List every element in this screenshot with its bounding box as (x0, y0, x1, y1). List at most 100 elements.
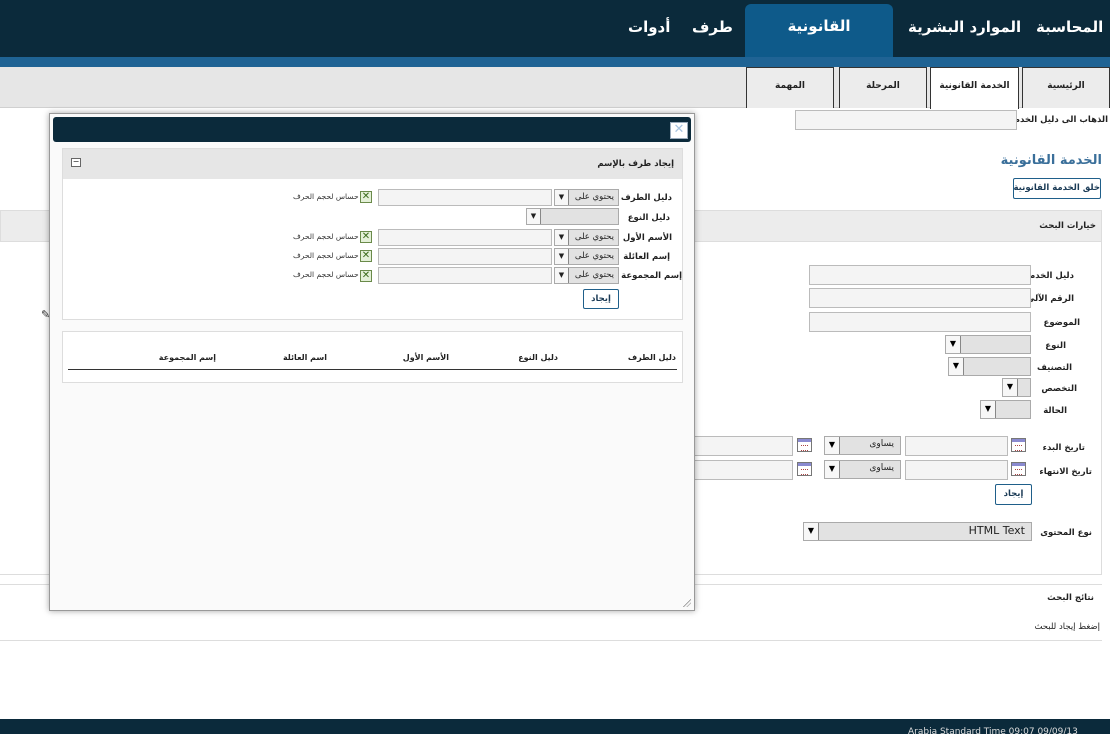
case-sensitive-label: حساس لحجم الحرف (293, 192, 359, 201)
content-type-value: HTML Text (968, 524, 1025, 537)
first-name-input[interactable] (378, 229, 552, 246)
search-find-button[interactable]: إيجاد (995, 484, 1032, 505)
case-sensitive-label: حساس لحجم الحرف (293, 251, 359, 260)
start-date-to-input[interactable] (690, 436, 793, 456)
case-sensitive-label: حساس لحجم الحرف (293, 232, 359, 241)
dropdown-arrow-icon: ▼ (555, 190, 569, 205)
type-select[interactable]: ▼ (945, 335, 1031, 354)
operator-value: يحتوي على (574, 192, 614, 202)
subject-label: الموضوع (1043, 318, 1080, 328)
start-date-label: تاريخ البدء (1042, 443, 1085, 453)
calendar-icon[interactable] (1011, 462, 1026, 476)
first-name-operator-select[interactable]: ▼ يحتوي على (554, 229, 619, 246)
tab-legal-service[interactable]: الخدمة القانونية (930, 67, 1019, 109)
dropdown-arrow-icon: ▼ (527, 209, 541, 224)
start-date-operator-select[interactable]: ▼ يساوى (824, 436, 901, 455)
specialization-label: التخصص (1041, 384, 1077, 394)
calendar-icon[interactable] (1011, 438, 1026, 452)
family-name-input[interactable] (378, 248, 552, 265)
group-name-case-checkbox[interactable]: ✕ (360, 270, 372, 282)
dropdown-arrow-icon: ▼ (825, 437, 840, 454)
classification-label: التصنيف (1036, 363, 1072, 373)
group-name-operator-select[interactable]: ▼ يحتوي على (554, 267, 619, 284)
status-select[interactable]: ▼ (980, 400, 1031, 419)
resize-handle-icon[interactable] (683, 599, 691, 607)
close-icon[interactable]: ✕ (670, 122, 688, 139)
status-label: الحالة (1043, 406, 1067, 416)
party-guide-operator-select[interactable]: ▼ يحتوي على (554, 189, 619, 206)
search-options-border (1101, 242, 1102, 574)
calendar-icon[interactable] (797, 438, 812, 452)
service-guide-input[interactable] (809, 265, 1031, 285)
tab-home[interactable]: الرئيسية (1022, 67, 1110, 108)
calendar-icon[interactable] (797, 462, 812, 476)
accent-bar (0, 57, 1110, 67)
dropdown-arrow-icon: ▼ (804, 523, 819, 540)
operator-value: يساوى (869, 463, 894, 473)
nav-legal[interactable]: القانونية (745, 4, 893, 57)
tab-task[interactable]: المهمة (746, 67, 834, 108)
find-by-name-title: إيجاد طرف بالإسم (597, 159, 674, 169)
dialog-find-button[interactable]: إيجاد (583, 289, 619, 309)
subject-input[interactable] (809, 312, 1031, 332)
column-header-first-name[interactable]: الأسم الأول (403, 353, 449, 362)
nav-human-resources[interactable]: الموارد البشرية (908, 0, 1021, 57)
end-date-from-input[interactable] (905, 460, 1008, 480)
create-legal-service-button[interactable]: خلق الخدمة القانونية (1013, 178, 1101, 199)
end-date-operator-select[interactable]: ▼ يساوى (824, 460, 901, 479)
operator-value: يحتوي على (574, 270, 614, 280)
dialog-title-bar[interactable]: ✕ (53, 117, 691, 142)
specialization-select[interactable]: ▼ (1002, 378, 1031, 397)
find-by-name-panel: − إيجاد طرف بالإسم دليل الطرف ▼ يحتوي على… (62, 148, 683, 320)
find-party-dialog: ✕ − إيجاد طرف بالإسم دليل الطرف ▼ يحتوي ع… (49, 113, 695, 611)
collapse-icon[interactable]: − (71, 158, 81, 167)
group-name-input[interactable] (378, 267, 552, 284)
content-type-select[interactable]: ▼ HTML Text (803, 522, 1032, 541)
footer-status-text: Arabia Standard Time 09:07 09/09/13 (908, 727, 1078, 734)
end-date-to-input[interactable] (690, 460, 793, 480)
nav-party[interactable]: طرف (692, 0, 733, 57)
dropdown-arrow-icon: ▼ (825, 461, 840, 478)
column-header-family-name[interactable]: اسم العائلة (283, 353, 327, 362)
first-name-case-checkbox[interactable]: ✕ (360, 231, 372, 243)
results-title: نتائج البحث (1047, 593, 1094, 603)
page-title: الخدمة القانونية (1000, 153, 1102, 168)
goto-service-input[interactable] (795, 110, 1017, 130)
party-results-table: دليل الطرف دليل النوع الأسم الأول اسم ال… (62, 331, 683, 383)
dropdown-arrow-icon: ▼ (1003, 379, 1018, 396)
dropdown-arrow-icon: ▼ (555, 230, 569, 245)
party-guide-case-checkbox[interactable]: ✕ (360, 191, 372, 203)
family-name-case-checkbox[interactable]: ✕ (360, 250, 372, 262)
party-guide-input[interactable] (378, 189, 552, 206)
column-header-party-guide[interactable]: دليل الطرف (628, 353, 676, 362)
operator-value: يحتوي على (574, 232, 614, 242)
type-guide-select[interactable]: ▼ (526, 208, 619, 225)
family-name-operator-select[interactable]: ▼ يحتوي على (554, 248, 619, 265)
party-guide-label: دليل الطرف (620, 193, 672, 203)
type-label: النوع (1045, 341, 1066, 351)
family-name-label: إسم العائلة (623, 252, 670, 262)
results-bottom-divider (0, 640, 1102, 641)
nav-tools[interactable]: أدوات (628, 0, 670, 57)
results-hint: إضغط إيجاد للبحث (1034, 622, 1100, 632)
type-guide-label: دليل النوع (627, 213, 670, 223)
start-date-from-input[interactable] (905, 436, 1008, 456)
goto-service-label: الذهاب الى دليل الخدمة: (1006, 115, 1108, 125)
dropdown-arrow-icon: ▼ (555, 249, 569, 264)
operator-value: يساوى (869, 439, 894, 449)
first-name-label: الأسم الأول (622, 233, 672, 243)
dropdown-arrow-icon: ▼ (946, 336, 961, 353)
search-options-title: خيارات البحث (1039, 221, 1096, 231)
auto-number-input[interactable] (809, 288, 1031, 308)
footer-bar: Arabia Standard Time 09:07 09/09/13 (0, 719, 1110, 734)
nav-accounting[interactable]: المحاسبة (1036, 0, 1103, 57)
classification-select[interactable]: ▼ (948, 357, 1031, 376)
operator-value: يحتوي على (574, 251, 614, 261)
top-navigation-bar: المحاسبة الموارد البشرية القانونية طرف أ… (0, 0, 1110, 57)
auto-number-label: الرقم الآلي (1026, 294, 1074, 304)
dropdown-arrow-icon: ▼ (981, 401, 996, 418)
tab-stage[interactable]: المرحلة (839, 67, 927, 108)
column-header-group-name[interactable]: إسم المجموعة (159, 353, 216, 362)
table-header-divider (68, 369, 677, 370)
column-header-type-guide[interactable]: دليل النوع (518, 353, 558, 362)
